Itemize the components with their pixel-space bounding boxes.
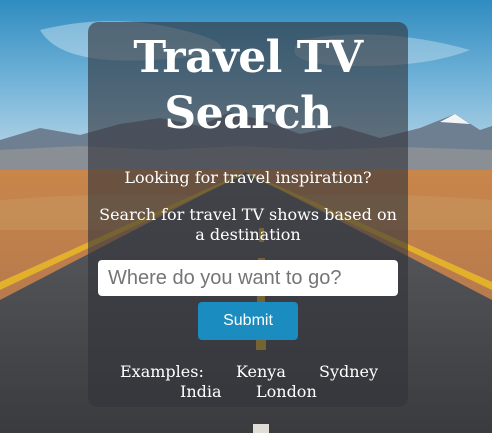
title-line-2: Search [164, 88, 332, 139]
destination-search-input[interactable] [98, 260, 398, 296]
example-link-sydney[interactable]: Sydney [319, 362, 378, 382]
intro-description: Search for travel TV shows based on a de… [99, 205, 397, 244]
example-link-india[interactable]: India [180, 382, 222, 402]
intro-question: Looking for travel inspiration? [124, 168, 372, 187]
submit-button[interactable]: Submit [198, 302, 298, 340]
example-link-london[interactable]: London [256, 382, 317, 402]
page-title: Travel TV Search [88, 30, 408, 142]
examples-label: Examples: [120, 362, 204, 381]
example-link-kenya[interactable]: Kenya [236, 362, 286, 382]
title-line-1: Travel TV [133, 32, 363, 83]
